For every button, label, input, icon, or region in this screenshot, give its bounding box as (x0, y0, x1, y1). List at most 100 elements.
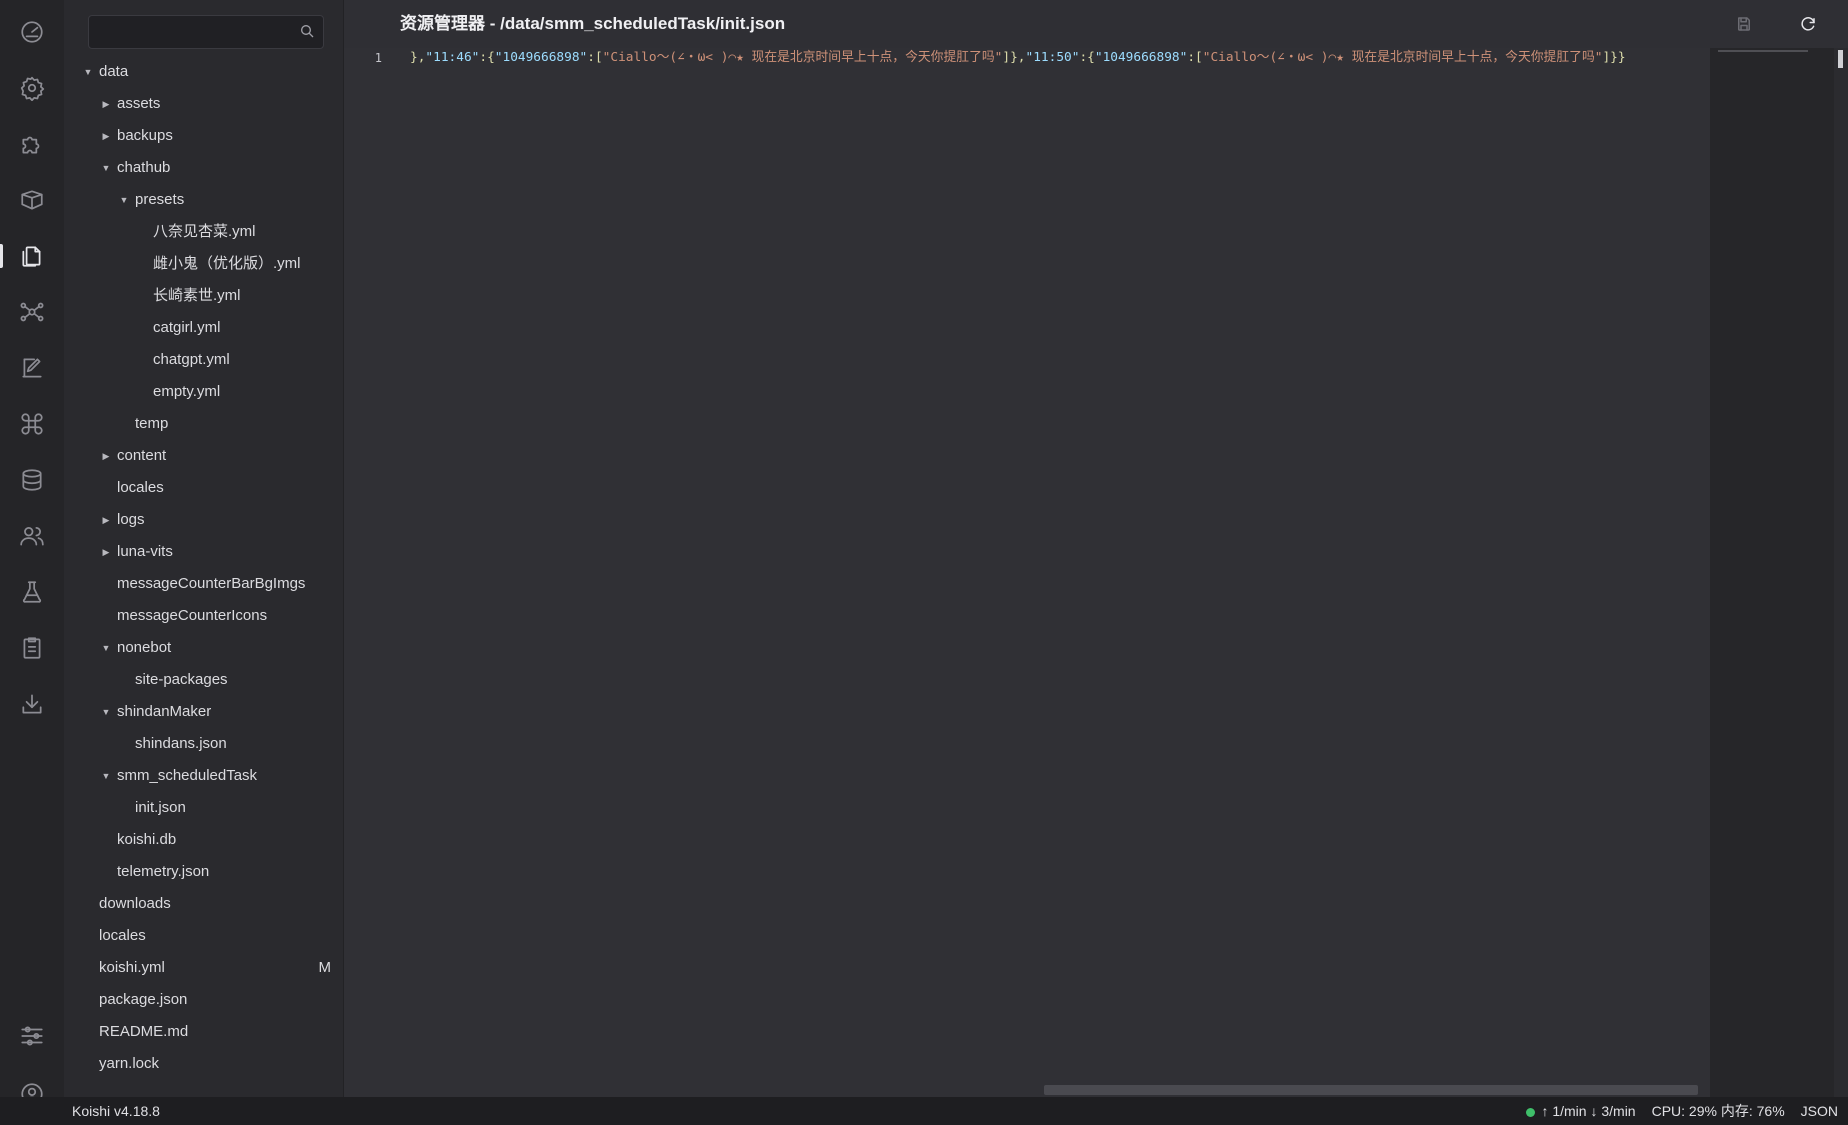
code-token: :[ (587, 50, 603, 65)
code-token: "1049666898" (494, 50, 588, 65)
tree-file[interactable]: empty.yml (64, 376, 343, 408)
tree-file[interactable]: 长崎素世.yml (64, 280, 343, 312)
tree-folder[interactable]: ▶ logs (64, 504, 343, 536)
caret-down-icon[interactable]: ▼ (82, 56, 94, 88)
tree-folder[interactable]: ▼ smm_scheduledTask (64, 760, 343, 792)
tree-file[interactable]: shindans.json (64, 728, 343, 760)
status-language[interactable]: JSON (1801, 1097, 1838, 1125)
code-token: "Ciallo～(∠・ω< )⌒★ 现在是北京时间早上十点，今天你提肛了吗" (602, 50, 1003, 65)
tree-item-label: site-packages (135, 671, 228, 688)
tree-folder[interactable]: ▶ content (64, 440, 343, 472)
tree-file[interactable]: messageCounterIcons (64, 600, 343, 632)
vertical-scrollbar[interactable] (1834, 48, 1848, 1097)
status-dot (1526, 1107, 1536, 1117)
command-icon[interactable] (0, 400, 64, 448)
tree-file[interactable]: locales (64, 920, 343, 952)
tree-file[interactable]: koishi.db (64, 824, 343, 856)
tree-file[interactable]: init.json (64, 792, 343, 824)
tree-file[interactable]: catgirl.yml (64, 312, 343, 344)
code-token: "11:50" (1025, 50, 1080, 65)
tree-folder[interactable]: ▼ nonebot (64, 632, 343, 664)
tree-file[interactable]: telemetry.json (64, 856, 343, 888)
tree-item-label: temp (135, 415, 169, 432)
tree-folder[interactable]: ▼ data (64, 56, 343, 88)
files-icon[interactable] (0, 232, 64, 280)
code-line[interactable]: },"11:46":{"1049666898":["Ciallo～(∠・ω< )… (410, 49, 1708, 67)
horizontal-scrollbar[interactable] (1044, 1085, 1698, 1095)
caret-right-icon[interactable]: ▶ (100, 120, 112, 152)
tree-item-label: chatgpt.yml (153, 351, 230, 368)
plugin-icon[interactable] (0, 120, 64, 168)
sandbox-icon[interactable] (0, 568, 64, 616)
tree-item-label: messageCounterBarBgImgs (117, 575, 306, 592)
tree-file[interactable]: yarn.lock (64, 1048, 343, 1080)
status-traffic: ↑ 1/min ↓ 3/min (1526, 1097, 1636, 1125)
edit-icon[interactable] (0, 344, 64, 392)
caret-down-icon[interactable]: ▼ (100, 760, 112, 792)
users-icon[interactable] (0, 512, 64, 560)
code-token: :{ (479, 50, 495, 65)
tree-file[interactable]: downloads (64, 888, 343, 920)
caret-down-icon[interactable]: ▼ (118, 184, 130, 216)
refresh-icon[interactable] (1796, 12, 1820, 36)
search-icon[interactable] (299, 23, 315, 39)
graph-icon[interactable] (0, 288, 64, 336)
tree-file[interactable]: temp (64, 408, 343, 440)
code-editor[interactable]: 1 },"11:46":{"1049666898":["Ciallo～(∠・ω<… (344, 48, 1710, 1097)
search-box (88, 15, 324, 49)
tree-item-label: luna-vits (117, 543, 173, 560)
tree-file[interactable]: messageCounterBarBgImgs (64, 568, 343, 600)
status-resources: CPU: 29% 内存: 76% (1651, 1103, 1785, 1119)
tree-file[interactable]: site-packages (64, 664, 343, 696)
caret-down-icon[interactable]: ▼ (100, 152, 112, 184)
save-icon[interactable] (1732, 12, 1756, 36)
tree-folder[interactable]: ▼ shindanMaker (64, 696, 343, 728)
activity-bar (0, 0, 64, 1105)
download-icon[interactable] (0, 680, 64, 728)
sliders-icon[interactable] (0, 1012, 64, 1060)
caret-down-icon[interactable]: ▼ (100, 632, 112, 664)
minimap-line (1718, 50, 1808, 52)
scrollbar-thumb[interactable] (1838, 50, 1843, 68)
logs-icon[interactable] (0, 624, 64, 672)
tree-file[interactable]: locales (64, 472, 343, 504)
caret-right-icon[interactable]: ▶ (100, 536, 112, 568)
tree-file[interactable]: README.md (64, 1016, 343, 1048)
tree-item-label: shindanMaker (117, 703, 212, 720)
tree-item-label: content (117, 447, 167, 464)
line-number: 1 (374, 51, 382, 65)
tree-file[interactable]: 雌小鬼（优化版）.yml (64, 248, 343, 280)
database-icon[interactable] (0, 456, 64, 504)
tree-file[interactable]: 八奈见杏菜.yml (64, 216, 343, 248)
dashboard-icon[interactable] (0, 8, 64, 56)
settings-icon[interactable] (0, 64, 64, 112)
caret-right-icon[interactable]: ▶ (100, 88, 112, 120)
tree-folder[interactable]: ▼ presets (64, 184, 343, 216)
tree-folder[interactable]: ▶ assets (64, 88, 343, 120)
tree-folder[interactable]: ▶ luna-vits (64, 536, 343, 568)
tree-folder[interactable]: ▼ chathub (64, 152, 343, 184)
market-icon[interactable] (0, 176, 64, 224)
caret-right-icon[interactable]: ▶ (100, 504, 112, 536)
caret-down-icon[interactable]: ▼ (100, 696, 112, 728)
tree-item-label: package.json (99, 991, 188, 1008)
editor-header: 资源管理器 - /data/smm_scheduledTask/init.jso… (344, 0, 1848, 48)
tree-item-label: locales (99, 927, 146, 944)
tree-file[interactable]: chatgpt.yml (64, 344, 343, 376)
code-token: ]}, (1002, 50, 1026, 65)
file-explorer-sidebar: ▼ data ▶ assets ▶ backups ▼ chathub ▼ presets 八奈见杏… (64, 0, 344, 1097)
tree-item-label: catgirl.yml (153, 319, 221, 336)
tree-item-label: downloads (99, 895, 171, 912)
caret-right-icon[interactable]: ▶ (100, 440, 112, 472)
search-input[interactable] (97, 16, 291, 48)
tree-item-label: koishi.db (117, 831, 177, 848)
tree-file[interactable]: koishi.yml M (64, 952, 343, 984)
code-token: "Ciallo～(∠・ω< )⌒★ 现在是北京时间早上十点，今天你提肛了吗" (1202, 50, 1603, 65)
page-title: 资源管理器 - /data/smm_scheduledTask/init.jso… (400, 14, 786, 33)
tree-item-label: 雌小鬼（优化版）.yml (153, 255, 301, 272)
app-version: Koishi v4.18.8 (72, 1103, 160, 1119)
tree-item-label: nonebot (117, 639, 172, 656)
tree-folder[interactable]: ▶ backups (64, 120, 343, 152)
minimap[interactable] (1710, 48, 1834, 1097)
tree-file[interactable]: package.json (64, 984, 343, 1016)
